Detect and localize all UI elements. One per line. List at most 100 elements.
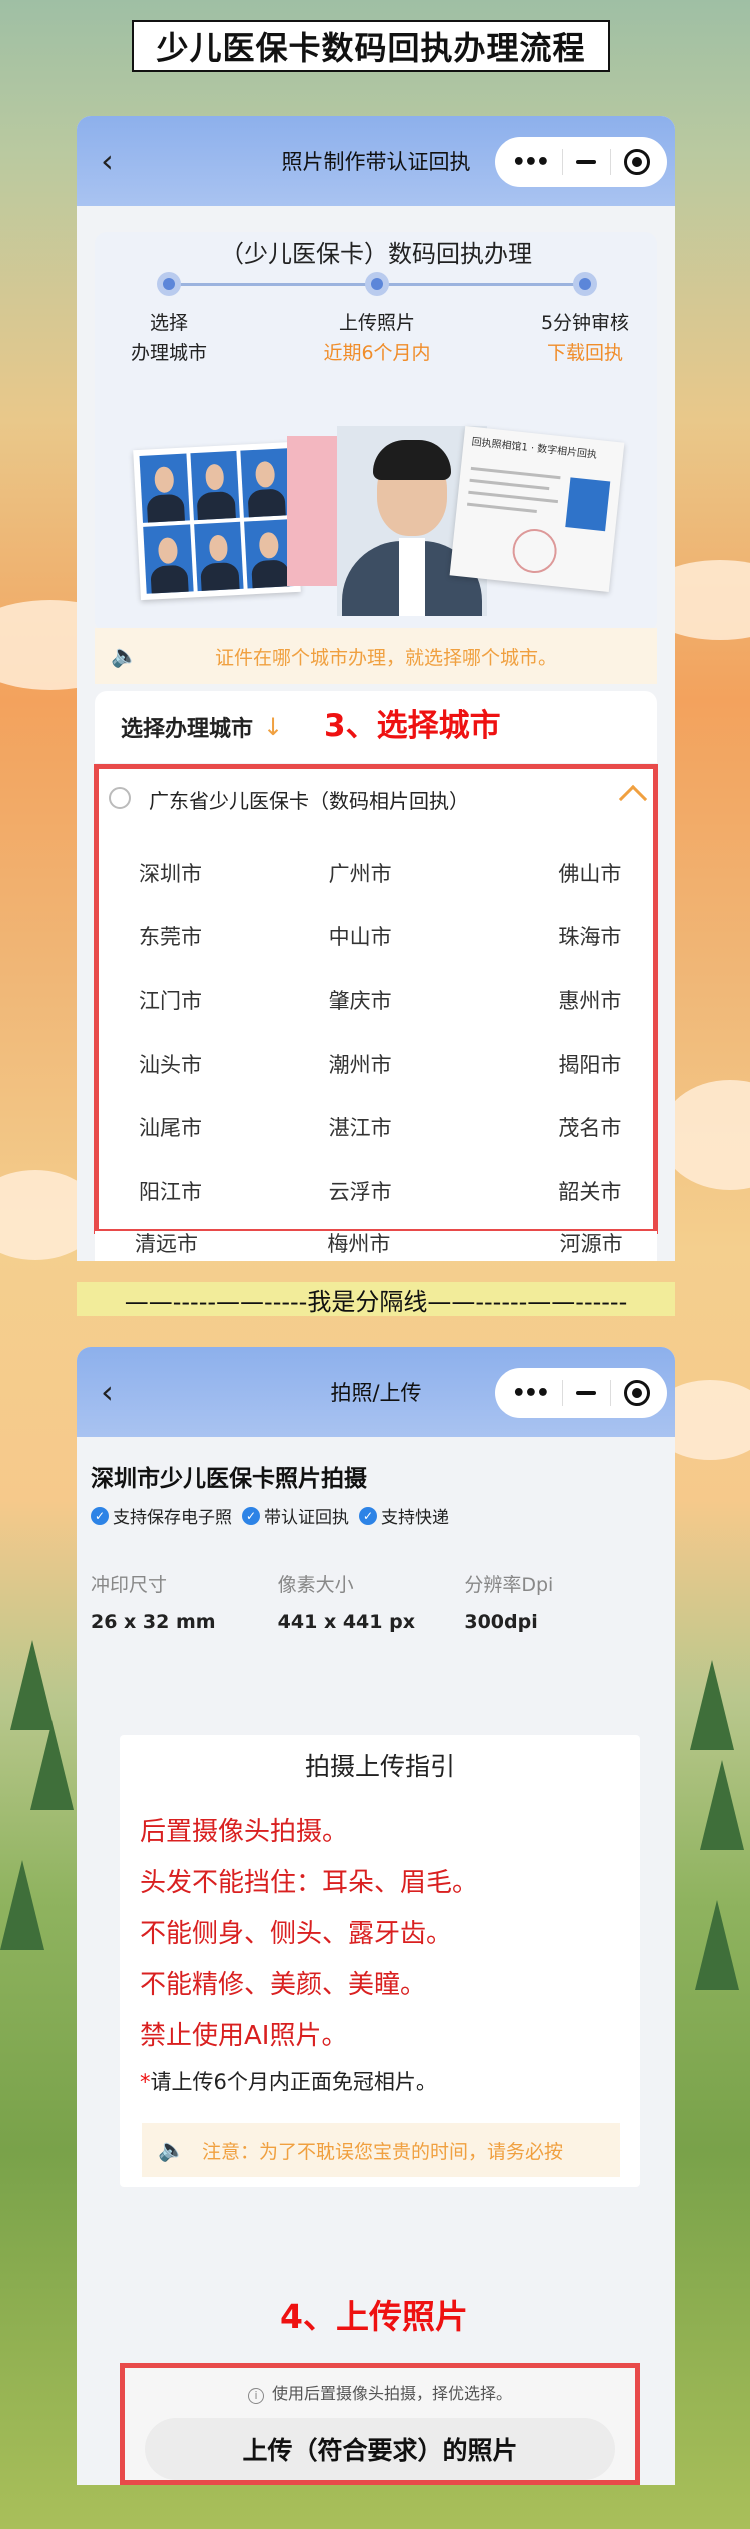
back-arrow-icon[interactable]: ‹	[101, 144, 127, 178]
feature-tag-label: 支持保存电子照	[113, 1508, 232, 1528]
capsule-divider	[609, 1380, 611, 1406]
speaker-icon: 🔈	[158, 2137, 186, 2163]
city-option[interactable]: 茂名市	[468, 1095, 653, 1159]
guide-lines: 后置摄像头拍摄。 头发不能挡住：耳朵、眉毛。 不能侧身、侧头、露牙齿。 不能精修…	[120, 1807, 640, 2096]
chevron-up-icon[interactable]	[618, 784, 648, 814]
city-option[interactable]: 中山市	[284, 905, 469, 969]
city-option[interactable]: 汕头市	[99, 1032, 284, 1096]
guide-notice-bar: 🔈 注意：为了不耽误您宝贵的时间，请务必按	[142, 2123, 620, 2177]
guide-title: 拍摄上传指引	[304, 1752, 455, 1781]
city-option[interactable]: 肇庆市	[284, 968, 469, 1032]
upload-tip: i 使用后置摄像头拍摄，择优选择。	[125, 2380, 635, 2404]
check-icon: ✓	[242, 1506, 260, 1525]
city-grid: 深圳市 广州市 佛山市东莞市 中山市 珠海市江门市 肇庆市 惠州市汕头市 潮州市 揭阳市汕尾市湛…	[99, 829, 653, 1223]
spec-label: 冲印尺寸	[91, 1574, 168, 1596]
city-option[interactable]: 佛山市	[468, 841, 653, 905]
capsule-divider	[561, 1380, 563, 1406]
city-option[interactable]: 揭阳市	[468, 1032, 653, 1096]
city-option[interactable]: 韶关市	[468, 1159, 653, 1223]
city-option[interactable]: 云浮市	[284, 1159, 469, 1223]
navbar: ‹ 拍照/上传 •••	[77, 1347, 675, 1437]
close-target-icon[interactable]	[624, 149, 651, 175]
photo-specs: 冲印尺寸 26 x 32 mm 像素大小 441 x 441 px 分辨率Dpi…	[91, 1570, 651, 1633]
close-target-icon[interactable]	[624, 1380, 651, 1406]
minimize-icon[interactable]	[576, 160, 597, 164]
step-3-title: 5分钟审核	[540, 312, 630, 334]
city-option[interactable]: 汕尾市	[99, 1095, 284, 1159]
guide-small-note: *请上传6个月内正面免冠相片。	[140, 2066, 640, 2096]
step-2-title: 上传照片	[338, 312, 415, 334]
receipt-label: 回执照相馆1 · 数字相片回执	[471, 436, 598, 461]
step-dot-icon	[365, 272, 389, 296]
guide-line: 禁止使用AI照片。	[140, 2021, 348, 2051]
feature-tag-label: 支持快递	[381, 1508, 449, 1528]
capsule-divider	[609, 149, 611, 175]
step-3: 5分钟审核 下载回执	[505, 308, 665, 368]
city-option[interactable]: 阳江市	[99, 1159, 284, 1223]
nav-title: 照片制作带认证回执	[281, 150, 471, 174]
province-label: 广东省少儿医保卡（数码相片回执）	[149, 788, 469, 813]
back-arrow-icon[interactable]: ‹	[101, 1375, 127, 1409]
guide-line: 头发不能挡住：耳朵、眉毛。	[140, 1868, 479, 1898]
step-dot-icon	[157, 272, 181, 296]
city-option[interactable]: 河源市	[470, 1231, 657, 1261]
spec-value: 441 x 441 px	[277, 1611, 415, 1633]
check-icon: ✓	[359, 1506, 377, 1525]
annotation-upload-photo: 4、上传照片	[280, 2297, 468, 2336]
city-option[interactable]: 潮州市	[284, 1032, 469, 1096]
feature-tags: ✓ 支持保存电子照 ✓ 带认证回执 ✓ 支持快递	[91, 1503, 449, 1528]
receipt-image: 回执照相馆1 · 数字相片回执	[449, 426, 625, 592]
more-icon[interactable]: •••	[512, 150, 550, 175]
more-icon[interactable]: •••	[512, 1381, 550, 1406]
step-heading: （少儿医保卡）数码回执办理	[220, 240, 532, 268]
province-row[interactable]: 广东省少儿医保卡（数码相片回执）	[99, 769, 653, 829]
city-list-overflow: 清远市 梅州市 河源市	[95, 1231, 657, 1261]
guide-line: 不能侧身、侧头、露牙齿。	[140, 1919, 453, 1949]
guide-line: 不能精修、美颜、美瞳。	[140, 1970, 427, 2000]
nav-title: 拍照/上传	[330, 1381, 422, 1405]
step-dot-icon	[573, 272, 597, 296]
city-grid-partial: 清远市 梅州市 河源市	[95, 1231, 657, 1261]
minimize-icon[interactable]	[576, 1391, 597, 1395]
spec-label: 分辨率Dpi	[464, 1574, 554, 1596]
feature-tag: ✓ 支持保存电子照	[91, 1503, 232, 1528]
mini-program-capsule: •••	[495, 1368, 667, 1418]
spec-print-size: 冲印尺寸 26 x 32 mm	[91, 1570, 278, 1633]
required-star: *	[140, 2070, 151, 2094]
mini-program-capsule: •••	[495, 137, 667, 187]
guide-line: 后置摄像头拍摄。	[140, 1817, 349, 1847]
city-option[interactable]: 珠海市	[468, 905, 653, 969]
city-option[interactable]: 湛江市	[284, 1095, 469, 1159]
badge-icon	[109, 787, 131, 809]
city-notice-bar: 🔈 证件在哪个城市办理，就选择哪个城市。	[95, 628, 657, 684]
city-option[interactable]: 广州市	[284, 841, 469, 905]
city-option[interactable]: 惠州市	[468, 968, 653, 1032]
capsule-divider	[561, 149, 563, 175]
sample-photo-illustration: 回执照相馆1 · 数字相片回执	[133, 416, 625, 616]
city-notice-text: 证件在哪个城市办理，就选择哪个城市。	[214, 646, 557, 669]
step-1-sub: 办理城市	[130, 342, 207, 364]
info-icon: i	[247, 2388, 264, 2404]
screen-city-select: ‹ 照片制作带认证回执 ••• （少儿医保卡）数码回执办理 选择 办理城市 上传…	[77, 116, 675, 1261]
feature-tag-label: 带认证回执	[264, 1508, 349, 1528]
check-icon: ✓	[91, 1506, 109, 1525]
city-option[interactable]: 清远市	[95, 1231, 282, 1261]
spec-dpi: 分辨率Dpi 300dpi	[464, 1570, 651, 1633]
feature-tag: ✓ 支持快递	[359, 1503, 449, 1528]
photo-sheet-image	[133, 441, 301, 601]
city-option[interactable]: 东莞市	[99, 905, 284, 969]
step-1-title: 选择	[149, 312, 188, 334]
guide-notice-text: 注意：为了不耽误您宝贵的时间，请务必按	[202, 2140, 564, 2163]
spec-label: 像素大小	[277, 1574, 354, 1596]
city-option[interactable]: 江门市	[99, 968, 284, 1032]
spec-pixel-size: 像素大小 441 x 441 px	[278, 1570, 465, 1633]
city-option[interactable]: 梅州市	[282, 1231, 469, 1261]
city-option[interactable]: 深圳市	[99, 841, 284, 905]
step-3-sub: 下载回执	[546, 342, 623, 364]
shooting-guide: 拍摄上传指引 后置摄像头拍摄。 头发不能挡住：耳朵、眉毛。 不能侧身、侧头、露牙…	[120, 1735, 640, 2187]
upload-photo-button[interactable]: 上传（符合要求）的照片	[145, 2418, 615, 2480]
upload-section: i 使用后置摄像头拍摄，择优选择。 上传（符合要求）的照片	[120, 2363, 640, 2485]
annotation-select-city: 3、选择城市	[324, 708, 501, 744]
step-1: 选择 办理城市	[89, 308, 249, 368]
spec-value: 26 x 32 mm	[91, 1611, 216, 1633]
